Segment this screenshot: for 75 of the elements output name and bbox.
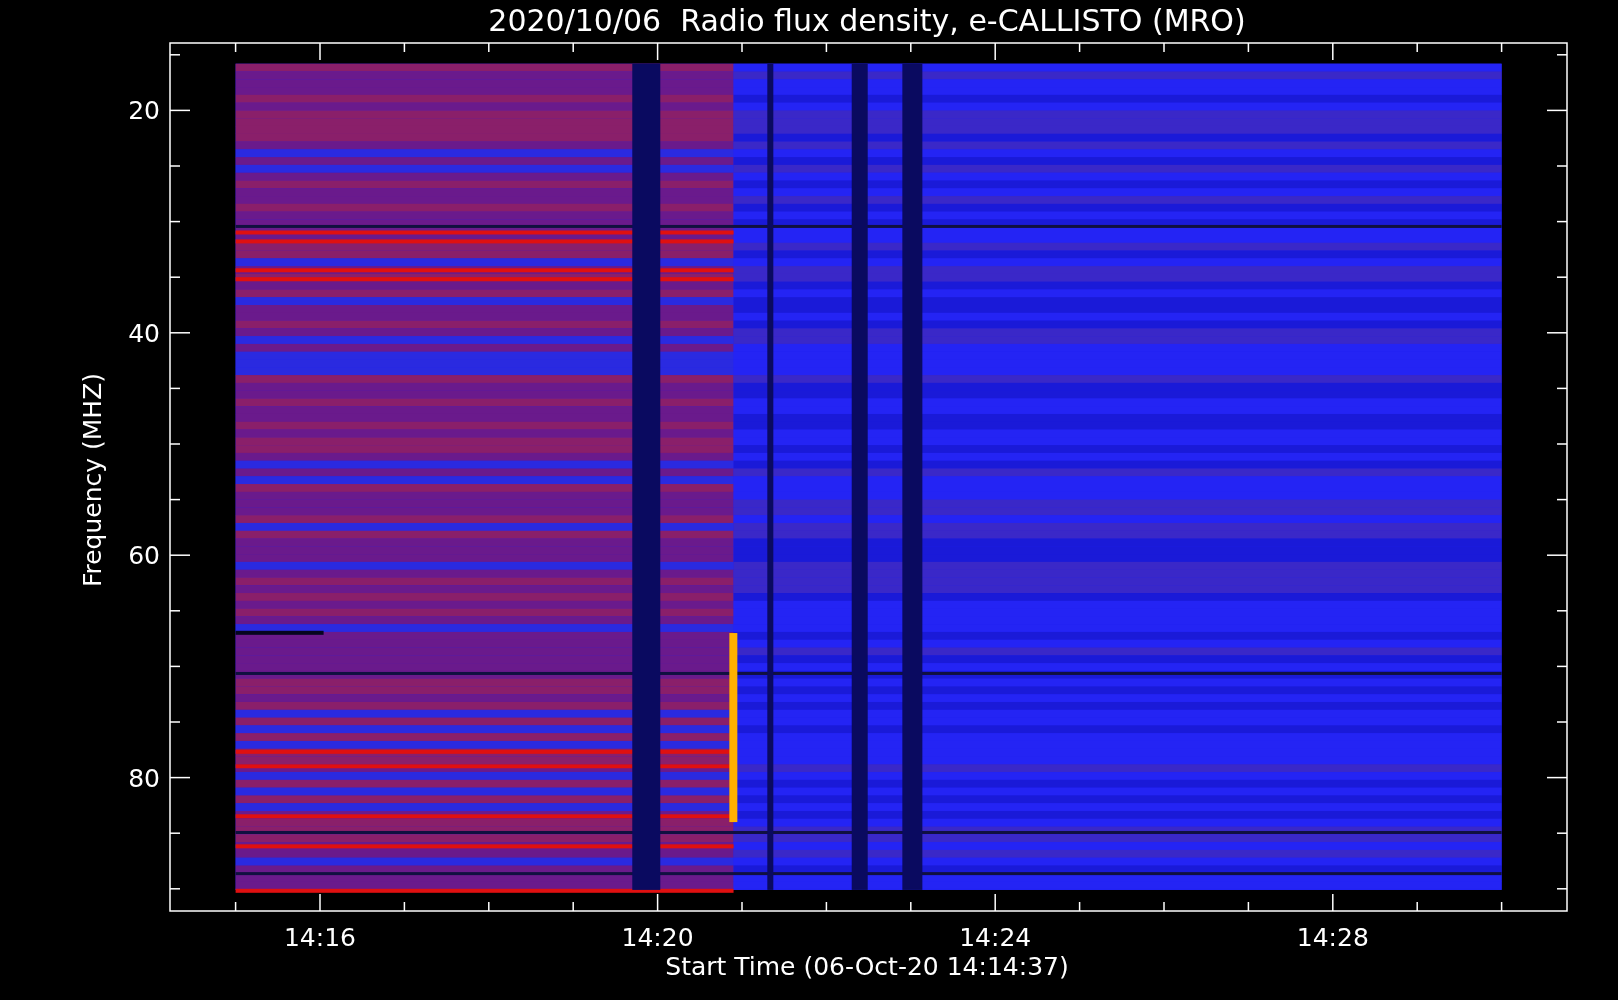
tick-mark: [1556, 888, 1568, 890]
tick-label: 80: [128, 763, 160, 793]
tick-mark: [1247, 901, 1250, 912]
tick-mark: [1546, 554, 1568, 556]
tick-mark: [488, 42, 490, 53]
tick-mark: [1556, 832, 1568, 834]
axis-label: Start Time (06-Oct-20 14:14:37): [665, 952, 1069, 981]
tick-label: 60: [128, 541, 160, 571]
tick-mark: [825, 42, 828, 53]
tick-label: 40: [128, 318, 160, 348]
tick-mark: [1556, 220, 1568, 223]
tick-mark: [1556, 165, 1568, 167]
tick-mark: [1078, 42, 1081, 53]
tick-mark: [994, 893, 996, 912]
tick-mark: [572, 901, 574, 912]
tick-mark: [1556, 443, 1568, 445]
tick-mark: [169, 721, 181, 723]
tick-mark: [403, 42, 406, 53]
tick-mark: [169, 387, 181, 390]
tick-mark: [169, 332, 191, 334]
tick-label: 14:16: [284, 923, 356, 952]
tick-mark: [1332, 893, 1334, 912]
tick-mark: [994, 42, 996, 61]
tick-mark: [656, 42, 659, 61]
tick-mark: [1556, 721, 1568, 723]
tick-mark: [169, 776, 191, 779]
tick-mark: [169, 220, 181, 223]
tick-mark: [169, 54, 181, 56]
tick-mark: [1500, 42, 1503, 53]
axis-label: Frequency (MHZ): [78, 372, 107, 588]
tick-label: 14:20: [621, 923, 694, 952]
tick-mark: [169, 610, 181, 612]
tick-mark: [1546, 109, 1568, 112]
tick-label: 14:24: [959, 923, 1032, 952]
tick-mark: [403, 901, 406, 912]
tick-mark: [1546, 332, 1568, 334]
tick-mark: [741, 42, 743, 53]
tick-mark: [910, 42, 912, 53]
tick-mark: [1332, 42, 1334, 61]
tick-mark: [169, 165, 181, 167]
tick-mark: [656, 893, 659, 912]
tick-label: 20: [128, 96, 160, 126]
tick-mark: [1546, 776, 1568, 779]
tick-mark: [1247, 42, 1250, 53]
tick-mark: [741, 901, 743, 912]
tick-mark: [1556, 54, 1568, 56]
tick-mark: [1416, 42, 1418, 53]
tick-mark: [1416, 901, 1418, 912]
tick-mark: [169, 109, 191, 112]
tick-mark: [1500, 901, 1503, 912]
tick-mark: [910, 901, 912, 912]
tick-mark: [488, 901, 490, 912]
tick-mark: [1556, 387, 1568, 390]
tick-mark: [169, 276, 181, 278]
tick-mark: [1556, 498, 1568, 501]
tick-mark: [234, 901, 237, 912]
tick-mark: [1556, 276, 1568, 278]
tick-mark: [169, 665, 181, 668]
tick-mark: [572, 42, 574, 53]
tick-mark: [169, 888, 181, 890]
tick-mark: [319, 42, 321, 61]
tick-mark: [169, 554, 191, 556]
tick-mark: [169, 498, 181, 501]
tick-mark: [1163, 42, 1165, 53]
tick-mark: [1078, 901, 1081, 912]
chart-title: 2020/10/06 Radio flux density, e-CALLISTO (MRO): [488, 3, 1246, 38]
tick-mark: [825, 901, 828, 912]
tick-mark: [1163, 901, 1165, 912]
tick-mark: [319, 893, 321, 912]
tick-mark: [169, 832, 181, 834]
tick-mark: [1556, 665, 1568, 668]
tick-mark: [169, 443, 181, 445]
tick-label: 14:28: [1296, 923, 1369, 952]
tick-mark: [1556, 610, 1568, 612]
tick-mark: [234, 42, 237, 53]
